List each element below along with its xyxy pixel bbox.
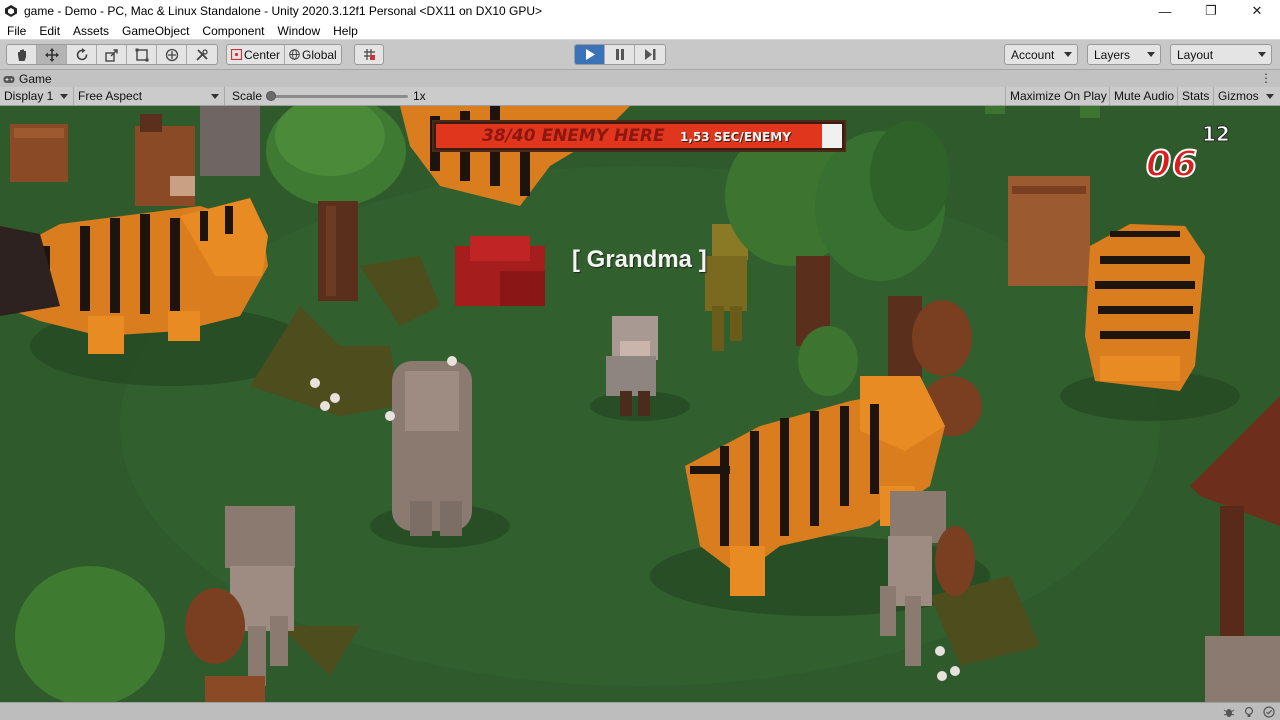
menu-assets[interactable]: Assets (66, 22, 115, 40)
tab-game[interactable]: Game (3, 71, 52, 87)
custom-tool-button[interactable] (187, 45, 217, 64)
unity-editor-window: game - Demo - PC, Mac & Linux Standalone… (0, 0, 1280, 720)
gamepad-icon (3, 75, 15, 83)
play-controls (574, 44, 666, 65)
hand-icon (17, 49, 26, 61)
transform-icon (165, 48, 178, 61)
tools-icon (196, 48, 208, 61)
bug-icon[interactable] (1222, 705, 1236, 719)
status-icons (1222, 705, 1276, 719)
enemy-rate-text: 1,53 SEC/ENEMY (680, 130, 791, 144)
scale-slider-track[interactable] (270, 95, 408, 98)
grid-snap-button[interactable] (355, 45, 383, 64)
pivot-mode-button[interactable]: Center (227, 45, 286, 64)
menu-gameobject[interactable]: GameObject (115, 22, 195, 40)
chevron-down-icon (1064, 52, 1072, 57)
scale-tool-button[interactable] (97, 45, 127, 64)
rotate-icon (76, 47, 87, 60)
layers-label: Layers (1094, 47, 1131, 62)
close-button[interactable]: ✕ (1234, 0, 1280, 22)
step-button[interactable] (635, 45, 665, 64)
game-scene (0, 106, 1280, 702)
scale-slider-thumb[interactable] (266, 91, 276, 101)
game-view[interactable]: 38/40 ENEMY HERE 1,53 SEC/ENEMY 12 06 [ … (0, 106, 1280, 702)
pivot-toggles: Center Global (226, 44, 342, 65)
stats-toggle[interactable]: Stats (1177, 87, 1213, 105)
pivot-mode-label: Center (244, 47, 281, 62)
pivot-rotation-button[interactable]: Global (285, 45, 341, 64)
aspect-dropdown[interactable]: Free Aspect (74, 87, 225, 105)
grid-snap-icon (363, 49, 375, 60)
account-label: Account (1011, 47, 1055, 62)
hand-tool-button[interactable] (7, 45, 37, 64)
gizmos-toggle[interactable]: Gizmos (1213, 87, 1263, 105)
mute-audio-toggle[interactable]: Mute Audio (1109, 87, 1178, 105)
display-dropdown[interactable]: Display 1 (0, 87, 74, 105)
play-button[interactable] (575, 45, 605, 64)
chevron-down-icon (1258, 52, 1266, 57)
tab-row: Game ⋮ (0, 70, 1280, 87)
pivot-center-icon (231, 49, 242, 60)
move-arrows-icon (44, 47, 59, 62)
maximize-on-play-toggle[interactable]: Maximize On Play (1005, 87, 1111, 105)
rect-transform-icon (135, 48, 148, 61)
chevron-down-icon (60, 94, 68, 99)
tiger-right (1085, 224, 1205, 391)
aspect-label: Free Aspect (78, 89, 143, 103)
enemy-progress-bar: 38/40 ENEMY HERE 1,53 SEC/ENEMY (432, 120, 846, 152)
pivot-rotation-label: Global (302, 47, 337, 62)
chevron-down-icon (1147, 52, 1155, 57)
unity-logo-icon (4, 4, 18, 18)
layout-label: Layout (1177, 47, 1214, 62)
tab-menu-button[interactable]: ⋮ (1260, 71, 1272, 85)
menu-edit[interactable]: Edit (32, 22, 66, 40)
layers-dropdown[interactable]: Layers (1087, 44, 1161, 65)
menu-bar: File Edit Assets GameObject Component Wi… (0, 22, 1280, 40)
menu-file[interactable]: File (0, 22, 32, 40)
target-name-label: [ Grandma ] (572, 246, 707, 273)
rect-tool-button[interactable] (127, 45, 157, 64)
chevron-down-icon[interactable] (1266, 94, 1274, 99)
menu-help[interactable]: Help (326, 22, 364, 40)
account-dropdown[interactable]: Account (1004, 44, 1078, 65)
enemy-count-text: 38/40 ENEMY HERE (482, 126, 665, 146)
grid-snap-group (354, 44, 384, 65)
window-title: game - Demo - PC, Mac & Linux Standalone… (24, 4, 543, 18)
check-circle-icon[interactable] (1262, 705, 1276, 719)
move-tool-button[interactable] (37, 45, 67, 64)
bush (798, 326, 858, 396)
menu-window[interactable]: Window (270, 22, 326, 40)
step-icon (644, 49, 655, 60)
status-bar (0, 702, 1280, 720)
transform-tools (6, 44, 218, 65)
maximize-button[interactable]: ❐ (1188, 0, 1234, 22)
minimize-button[interactable]: — (1142, 0, 1188, 22)
lightbulb-icon[interactable] (1242, 705, 1256, 719)
pause-icon (615, 49, 624, 60)
display-label: Display 1 (4, 89, 54, 103)
scale-value: 1x (413, 89, 426, 103)
transform-tool-button[interactable] (157, 45, 187, 64)
timer-minutes: 06 (1145, 143, 1199, 186)
bush-bottom-left (15, 566, 165, 702)
game-view-toolbar: Display 1 Free Aspect Scale 1x Maximize … (0, 87, 1280, 106)
play-icon (585, 49, 595, 60)
scale-label: Scale (232, 89, 263, 103)
red-bush (455, 236, 545, 306)
layout-dropdown[interactable]: Layout (1170, 44, 1272, 65)
enemy-progress-remaining (822, 124, 842, 148)
menu-component[interactable]: Component (195, 22, 270, 40)
ghost-figure (392, 361, 472, 536)
globe-icon (289, 49, 300, 60)
pause-button[interactable] (605, 45, 635, 64)
window-controls: — ❐ ✕ (1142, 0, 1280, 22)
scale-icon (104, 48, 118, 62)
title-bar: game - Demo - PC, Mac & Linux Standalone… (0, 0, 1280, 22)
chevron-down-icon (211, 94, 219, 99)
timer-seconds: 12 (1202, 122, 1231, 147)
rotate-tool-button[interactable] (67, 45, 97, 64)
tab-game-label: Game (19, 72, 52, 86)
